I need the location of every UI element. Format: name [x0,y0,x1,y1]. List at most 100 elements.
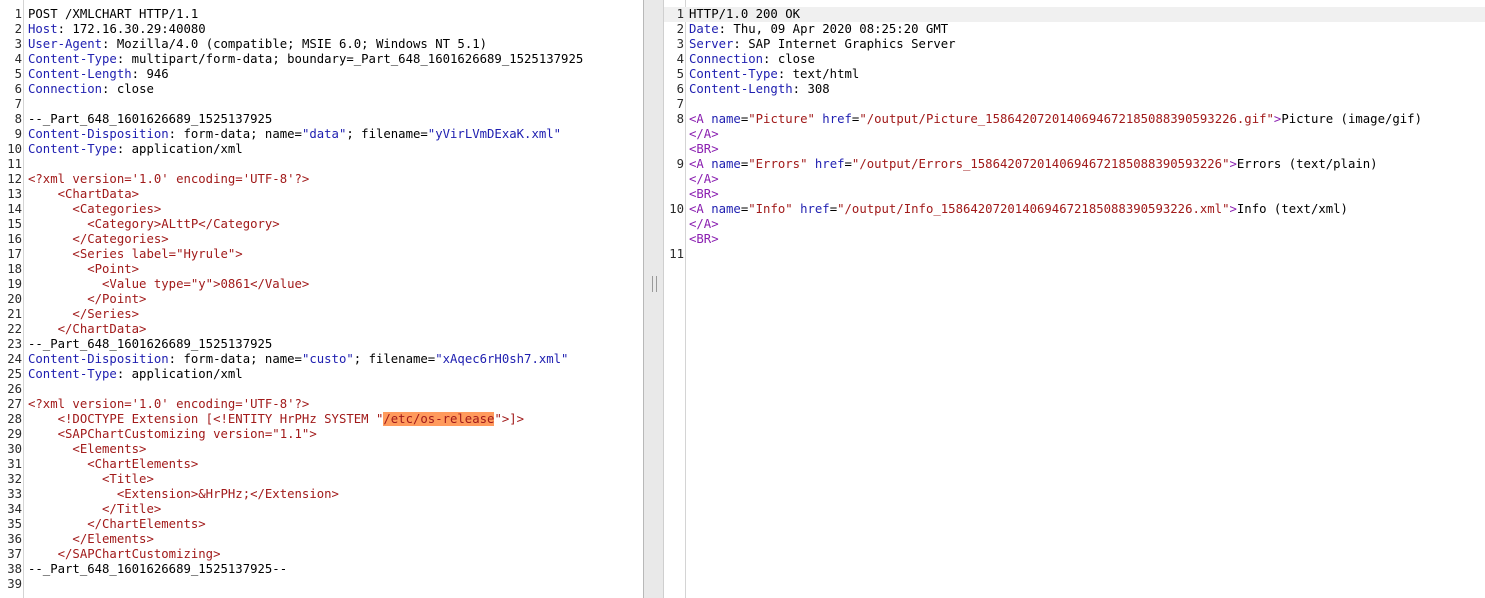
line-text: </Categories> [28,232,169,247]
code-line[interactable]: 11 [0,157,643,172]
splitter-grip-icon[interactable] [652,276,657,292]
line-text: </A> [689,127,719,142]
line-number: 38 [7,562,22,576]
code-line[interactable]: 14 <Categories> [0,202,643,217]
response-pane[interactable]: 1 HTTP/1.0 200 OK 2 Date: Thu, 09 Apr 2020 … [664,0,1485,598]
html-attr-name: href [822,112,852,126]
code-line[interactable]: </A> [664,127,1485,142]
line-number: 31 [7,457,22,471]
code-line[interactable]: 7 [664,97,1485,112]
code-line[interactable]: </A> [664,217,1485,232]
code-line[interactable]: 16 </Categories> [0,232,643,247]
code-line[interactable]: 1 HTTP/1.0 200 OK [664,7,1485,22]
line-number: 10 [669,202,684,216]
colon: : [131,67,140,81]
code-line[interactable]: <BR> [664,232,1485,247]
line-number: 29 [7,427,22,441]
code-line[interactable]: 26 [0,382,643,397]
header-value: ; filename= [353,352,436,366]
code-line[interactable]: 39 [0,577,643,592]
line-text: <Extension>&HrPHz;</Extension> [28,487,339,502]
code-line[interactable]: 30 <Elements> [0,442,643,457]
line-number: 6 [14,82,22,96]
line-number: 1 [14,7,22,21]
code-line[interactable]: 8 --_Part_648_1601626689_1525137925 [0,112,643,127]
code-line[interactable]: 32 <Title> [0,472,643,487]
code-line[interactable]: 9 Content-Disposition: form-data; name="d… [0,127,643,142]
code-line[interactable]: 35 </ChartElements> [0,517,643,532]
line-text: <Value type="y">0861</Value> [28,277,309,292]
code-line[interactable]: 13 <ChartData> [0,187,643,202]
line-text: Server: SAP Internet Graphics Server [689,37,956,52]
code-line[interactable]: 6 Connection: close [0,82,643,97]
code-line[interactable]: 38 --_Part_648_1601626689_1525137925-- [0,562,643,577]
html-attr-name: href [800,202,830,216]
code-line[interactable]: 21 </Series> [0,307,643,322]
code-line[interactable]: 18 <Point> [0,262,643,277]
line-number: 5 [676,67,684,81]
plain-text: --_Part_648_1601626689_1525137925-- [28,562,288,576]
request-editor[interactable]: 1 POST /XMLCHART HTTP/1.1 2 Host: 172.16.30… [0,7,643,592]
code-line[interactable]: 36 </Elements> [0,532,643,547]
code-line[interactable]: 1 POST /XMLCHART HTTP/1.1 [0,7,643,22]
code-line[interactable]: 20 </Point> [0,292,643,307]
xml-text: <Elements> [28,442,147,456]
code-line[interactable]: 2 Date: Thu, 09 Apr 2020 08:25:20 GMT [664,22,1485,37]
code-line[interactable]: 8 <A name="Picture" href="/output/Picture… [664,112,1485,127]
xml-text: </Categories> [28,232,169,246]
code-line[interactable]: 10 <A name="Info" href="/output/Info_1586… [664,202,1485,217]
code-line[interactable]: 4 Content-Type: multipart/form-data; boun… [0,52,643,67]
line-number: 35 [7,517,22,531]
request-pane[interactable]: 1 POST /XMLCHART HTTP/1.1 2 Host: 172.16.30… [0,0,643,598]
link-text: Errors (text/plain) [1236,157,1378,171]
code-line[interactable]: <BR> [664,187,1485,202]
code-line[interactable]: <BR> [664,142,1485,157]
code-line[interactable]: 27 <?xml version='1.0' encoding='UTF-8'?> [0,397,643,412]
code-line[interactable]: 22 </ChartData> [0,322,643,337]
line-number: 8 [676,112,684,126]
code-line[interactable]: 31 <ChartElements> [0,457,643,472]
line-text: Content-Length: 946 [28,67,169,82]
code-line[interactable]: 23 --_Part_648_1601626689_1525137925 [0,337,643,352]
code-line[interactable]: 7 [0,97,643,112]
code-line[interactable]: 19 <Value type="y">0861</Value> [0,277,643,292]
code-line[interactable]: </A> [664,172,1485,187]
code-line[interactable]: 3 Server: SAP Internet Graphics Server [664,37,1485,52]
header-value: Mozilla/4.0 (compatible; MSIE 6.0; Windo… [109,37,488,51]
code-line[interactable]: 12 <?xml version='1.0' encoding='UTF-8'?> [0,172,643,187]
code-line[interactable]: 5 Content-Type: text/html [664,67,1485,82]
code-line[interactable]: 24 Content-Disposition: form-data; name="… [0,352,643,367]
line-text: </A> [689,217,719,232]
line-text: <Categories> [28,202,161,217]
code-line[interactable]: 15 <Category>ALttP</Category> [0,217,643,232]
code-line[interactable]: 11 [664,247,1485,262]
code-line[interactable]: 17 <Series label="Hyrule"> [0,247,643,262]
code-line[interactable]: 9 <A name="Errors" href="/output/Errors_1… [664,157,1485,172]
html-tag: <BR> [689,142,719,156]
response-editor[interactable]: 1 HTTP/1.0 200 OK 2 Date: Thu, 09 Apr 2020 … [664,7,1485,262]
code-line[interactable]: 28 <!DOCTYPE Extension [<!ENTITY HrPHz S… [0,412,643,427]
line-number: 7 [14,97,22,111]
header-value: application/xml [124,142,243,156]
code-line[interactable]: 10 Content-Type: application/xml [0,142,643,157]
header-name: Host [28,22,58,36]
code-line[interactable]: 34 </Title> [0,502,643,517]
line-number: 6 [676,82,684,96]
pane-splitter[interactable] [643,0,664,598]
code-line[interactable]: 5 Content-Length: 946 [0,67,643,82]
header-name: Content-Type [28,142,117,156]
code-line[interactable]: 29 <SAPChartCustomizing version="1.1"> [0,427,643,442]
line-number: 11 [669,247,684,261]
plain-text: --_Part_648_1601626689_1525137925 [28,112,273,126]
code-line[interactable]: 33 <Extension>&HrPHz;</Extension> [0,487,643,502]
html-attr-value: "Errors" [748,157,808,171]
code-line[interactable]: 4 Connection: close [664,52,1485,67]
code-line[interactable]: 37 </SAPChartCustomizing> [0,547,643,562]
code-line[interactable]: 6 Content-Length: 308 [664,82,1485,97]
xml-text: <Value type="y">0861</Value> [28,277,310,291]
code-line[interactable]: 3 User-Agent: Mozilla/4.0 (compatible; MS… [0,37,643,52]
code-line[interactable]: 2 Host: 172.16.30.29:40080 [0,22,643,37]
line-text: <!DOCTYPE Extension [<!ENTITY HrPHz SYST… [28,412,524,427]
code-line[interactable]: 25 Content-Type: application/xml [0,367,643,382]
